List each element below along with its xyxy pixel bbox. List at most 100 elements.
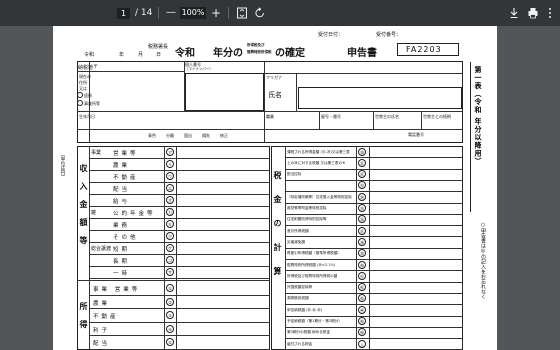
amount-input[interactable] [177, 309, 269, 321]
kind-option-2[interactable]: 分離 [166, 133, 174, 139]
row-marker: ㊵ [358, 260, 366, 269]
address-input[interactable] [185, 73, 264, 111]
title-declaration: 申告書 [347, 48, 377, 59]
row-marker: ⑤ [166, 338, 174, 346]
name-input[interactable] [298, 87, 462, 109]
amount-input[interactable] [370, 226, 462, 235]
amount-input[interactable] [370, 192, 462, 201]
amount-input[interactable] [370, 147, 462, 156]
income-subcategory: 長期 [113, 259, 131, 265]
amount-input[interactable] [177, 171, 269, 181]
income-category: 事業 [91, 150, 102, 156]
row-marker: カ [166, 208, 174, 216]
tax-row-label: 課税される所得金額 (⑫-㉙)又は第三表 [287, 149, 350, 154]
business-radio[interactable] [77, 100, 83, 106]
income-subcategory: 事業 営業等 [93, 287, 141, 293]
row-marker: ク [166, 232, 174, 240]
divider [421, 111, 422, 129]
amount-input[interactable] [177, 183, 269, 193]
zoom-level[interactable]: 100% [180, 7, 206, 19]
amount-input[interactable] [370, 260, 462, 269]
amount-input[interactable] [177, 267, 269, 277]
tax-office-label: 税務署長 [148, 44, 169, 50]
amount-input[interactable] [370, 305, 462, 314]
rotate-icon[interactable] [254, 0, 266, 26]
shop-name-label: 屋号・雅号 [321, 114, 341, 119]
title-year: 年分の [213, 48, 243, 59]
amount-input[interactable] [370, 204, 462, 213]
divider [77, 280, 270, 281]
residence-radio[interactable] [77, 92, 83, 98]
occupation-label: 職業 [266, 114, 274, 119]
income-subcategory: 短期 [113, 247, 131, 253]
amount-input[interactable] [370, 339, 462, 348]
amount-input[interactable] [177, 159, 269, 169]
amount-input[interactable] [177, 323, 269, 335]
row-marker: ㊳ [358, 237, 366, 246]
divider [319, 111, 320, 129]
income-subcategory: 給与 [113, 199, 131, 205]
amount-input[interactable] [370, 237, 462, 246]
page-number-input[interactable] [117, 8, 130, 19]
amount-input[interactable] [177, 243, 269, 253]
amount-input[interactable] [370, 317, 462, 326]
amount-input[interactable] [177, 207, 269, 217]
amount-input[interactable] [370, 170, 462, 179]
row-marker: イ [166, 160, 174, 168]
side-title: 第一表（令和 年分以降用） [474, 66, 482, 166]
amount-input[interactable] [370, 215, 462, 224]
side-note: ○申告書は◎の記入をお忘れなく [480, 222, 486, 299]
row-marker: オ [166, 196, 174, 204]
kind-option-5[interactable]: 修正 [220, 133, 228, 139]
income-subcategory: 利子 [93, 327, 111, 334]
fit-page-icon[interactable] [236, 0, 248, 26]
tax-row-label: 第3期分の税額 納める税金 [287, 330, 330, 335]
unit-label: （単位は円） [60, 152, 65, 179]
amount-input[interactable] [370, 328, 462, 337]
residence-label: 居所 [84, 93, 92, 98]
print-icon[interactable] [527, 0, 539, 26]
row-marker: ケ [166, 244, 174, 252]
amount-input[interactable] [177, 296, 269, 308]
tax-row-label: 再差引所得税額（基準所得税額） [287, 251, 341, 256]
income-subcategory: 一時 [113, 271, 131, 277]
receipt-number-label: 受付番号： [376, 32, 402, 38]
income-subcategory: 配当 [113, 187, 131, 193]
zoom-in-button[interactable]: + [209, 0, 223, 26]
pdf-toolbar: / 14 — 100% + [0, 0, 560, 26]
amount-input[interactable] [177, 255, 269, 265]
amount-input[interactable] [177, 219, 269, 229]
row-marker: ㉞ [358, 192, 366, 201]
income-amount-heading: 収入金額等 [79, 164, 88, 254]
row-marker: △ [358, 339, 366, 348]
divider [264, 73, 463, 74]
income-subcategory: 営業等 [113, 151, 139, 157]
amount-input[interactable] [370, 249, 462, 258]
tax-row-label: 源泉徴収税額 [287, 296, 309, 301]
kind-option-1[interactable]: 青色 [148, 133, 156, 139]
divider [77, 71, 184, 72]
amount-input[interactable] [370, 283, 462, 292]
page-total: / 14 [135, 8, 153, 18]
amount-input[interactable] [370, 181, 462, 190]
tax-row-label: 予定納税額（第1期分・第2期分） [287, 319, 342, 323]
amount-input[interactable] [177, 336, 269, 348]
row-marker: ア [166, 148, 174, 156]
kind-option-4[interactable]: 損失 [202, 133, 210, 139]
amount-input[interactable] [177, 282, 269, 294]
download-icon[interactable] [508, 0, 520, 26]
amount-input[interactable] [177, 147, 269, 157]
toolbar-divider [158, 7, 159, 19]
amount-input[interactable] [177, 231, 269, 241]
amount-input[interactable] [370, 271, 462, 280]
income-subcategory: 農業 [113, 163, 131, 169]
tax-row-label: 申告納税額 (㊶-㊷-㊸) [287, 307, 323, 312]
row-marker: コ [166, 256, 174, 264]
tax-calc-heading: 税金の計算 [273, 171, 282, 291]
amount-input[interactable] [177, 195, 269, 205]
more-vertical-icon[interactable] [546, 0, 554, 26]
amount-input[interactable] [370, 294, 462, 303]
amount-input[interactable] [370, 158, 462, 167]
kind-option-3[interactable]: 国出 [184, 133, 192, 139]
zoom-out-button[interactable]: — [164, 0, 178, 26]
